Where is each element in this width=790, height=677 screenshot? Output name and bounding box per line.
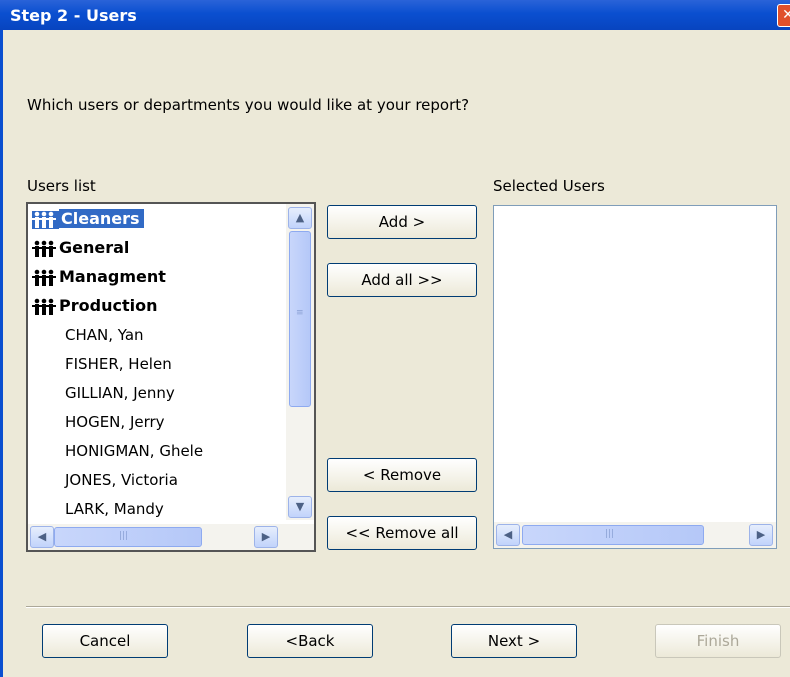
group-label: Managment (59, 267, 166, 286)
list-item-user[interactable]: CHAN, Yan (32, 322, 144, 348)
list-item-user[interactable]: LARK, Mandy (32, 496, 164, 522)
horizontal-scrollbar[interactable]: ◀ ||| ▶ (494, 522, 776, 548)
list-item-user[interactable]: FISHER, Helen (32, 351, 172, 377)
horizontal-scroll-thumb[interactable]: ||| (522, 525, 704, 545)
selected-users-listbox[interactable]: ◀ ||| ▶ (493, 205, 777, 549)
cancel-button[interactable]: Cancel (42, 624, 168, 658)
add-button[interactable]: Add > (327, 205, 477, 239)
list-item-user[interactable]: HOGEN, Jerry (32, 409, 165, 435)
vertical-scrollbar[interactable]: ▲ ≡ ▼ (286, 204, 314, 520)
users-list-label: Users list (27, 177, 96, 195)
scroll-up-icon[interactable]: ▲ (288, 207, 312, 229)
scroll-down-icon[interactable]: ▼ (288, 496, 312, 518)
group-label: Cleaners (59, 209, 144, 228)
list-item-user[interactable]: HONIGMAN, Ghele (32, 438, 203, 464)
vertical-scroll-thumb[interactable]: ≡ (289, 231, 311, 407)
group-icon (32, 298, 59, 316)
list-item-user[interactable]: JONES, Victoria (32, 467, 178, 493)
question-text: Which users or departments you would lik… (27, 96, 470, 114)
add-all-button[interactable]: Add all >> (327, 263, 477, 297)
footer-separator-highlight (26, 607, 790, 608)
scroll-left-icon[interactable]: ◀ (30, 526, 54, 548)
list-item-group[interactable]: Cleaners (32, 206, 144, 232)
list-item-group[interactable]: Production (32, 293, 157, 319)
group-label: Production (59, 296, 158, 315)
group-label: General (59, 238, 130, 257)
remove-all-button[interactable]: << Remove all (327, 516, 477, 550)
window-title: Step 2 - Users (10, 6, 137, 25)
group-icon (32, 210, 59, 229)
group-icon (32, 240, 59, 258)
finish-button[interactable]: Finish (655, 624, 781, 658)
list-item-user[interactable]: GILLIAN, Jenny (32, 380, 175, 406)
close-icon[interactable]: ✕ (777, 4, 790, 27)
title-bar[interactable]: Step 2 - Users ✕ (0, 0, 790, 30)
scroll-left-icon[interactable]: ◀ (496, 524, 520, 546)
list-item-group[interactable]: General (32, 235, 129, 261)
next-button[interactable]: Next > (451, 624, 577, 658)
grip-icon: ||| (605, 529, 615, 539)
back-button[interactable]: <Back (247, 624, 373, 658)
grip-icon: ≡ (296, 308, 304, 318)
scroll-right-icon[interactable]: ▶ (254, 526, 278, 548)
horizontal-scroll-thumb[interactable]: ||| (54, 527, 202, 547)
grip-icon: ||| (119, 531, 129, 541)
scroll-right-icon[interactable]: ▶ (749, 524, 773, 546)
selected-users-label: Selected Users (493, 177, 605, 195)
window-border (0, 30, 3, 677)
group-icon (32, 269, 59, 287)
users-listbox[interactable]: Cleaners General Managment Production CHAN, … (26, 202, 316, 552)
remove-button[interactable]: < Remove (327, 458, 477, 492)
horizontal-scrollbar[interactable]: ◀ ||| ▶ (28, 524, 314, 550)
list-item-group[interactable]: Managment (32, 264, 166, 290)
